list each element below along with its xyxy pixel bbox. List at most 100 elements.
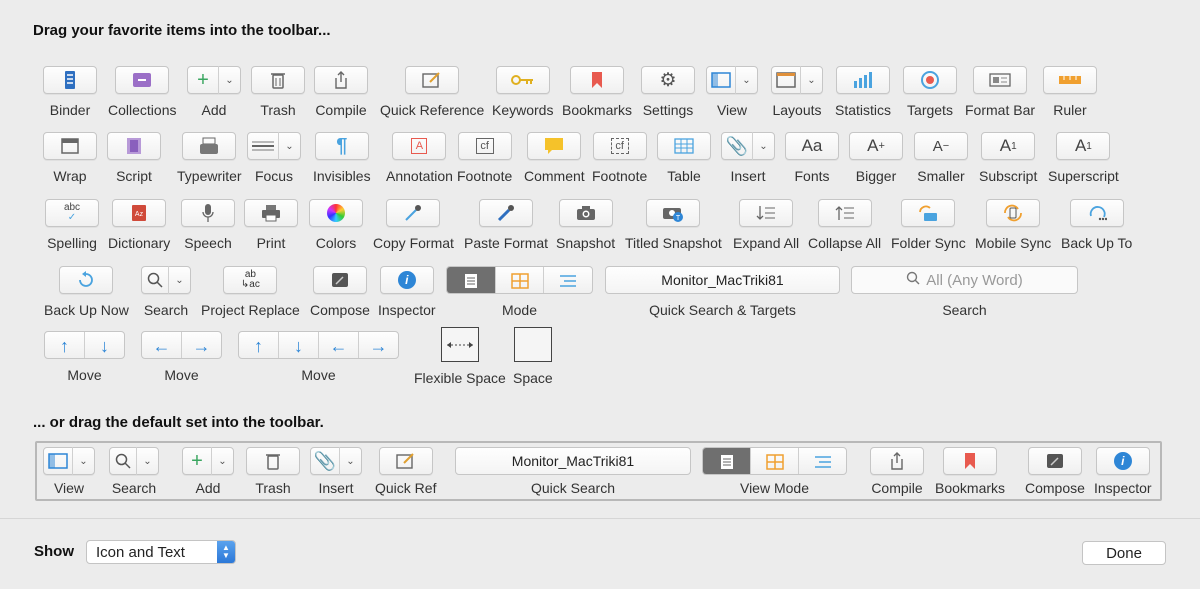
bookmarks-item[interactable]: Bookmarks (562, 66, 632, 119)
quick-search-field[interactable]: Monitor_MacTriki81 (605, 266, 840, 294)
titled-snapshot-item[interactable]: T Titled Snapshot (625, 199, 722, 252)
project-replace-item[interactable]: ab ↳ac Project Replace (201, 266, 300, 319)
corkboard-icon (765, 454, 784, 470)
move-up-button[interactable]: ↑ (45, 332, 84, 358)
collections-icon (132, 72, 152, 88)
collections-item[interactable]: Collections (108, 66, 176, 119)
colors-item[interactable]: Colors (309, 199, 363, 252)
back-up-to-item[interactable]: Back Up To (1061, 199, 1132, 252)
outline-mode-button[interactable] (543, 267, 592, 293)
paste-format-item[interactable]: Paste Format (464, 199, 548, 252)
fonts-item[interactable]: Aa Fonts (785, 132, 839, 185)
mobile-sync-item[interactable]: Mobile Sync (975, 199, 1051, 252)
speech-item[interactable]: Speech (181, 199, 235, 252)
footnote-item[interactable]: cf Footnote (457, 132, 512, 185)
add-item[interactable]: + ⌄ Add (187, 66, 241, 119)
default-quick-search-field[interactable]: Monitor_MacTriki81 (455, 447, 691, 475)
back-up-now-item[interactable]: Back Up Now (44, 266, 129, 319)
chevron-down-icon: ⌄ (136, 447, 158, 475)
text-smaller-icon: A − (932, 137, 950, 155)
move-down-button[interactable]: ↓ (278, 332, 318, 358)
search-field-item[interactable]: All (Any Word) Search (851, 266, 1078, 319)
default-trash-item[interactable]: Trash (246, 447, 300, 497)
compose-item[interactable]: Compose (310, 266, 370, 319)
default-add-item[interactable]: + ⌄ Add (182, 447, 234, 497)
subscript-item[interactable]: A 1 Subscript (979, 132, 1037, 185)
targets-item[interactable]: Targets (903, 66, 957, 119)
corkboard-mode-button[interactable] (494, 267, 544, 293)
move-up-down-item[interactable]: ↑ ↓ Move (44, 331, 125, 384)
default-compose-item[interactable]: Compose (1025, 447, 1085, 497)
trash-item[interactable]: Trash (251, 66, 305, 119)
print-item[interactable]: Print (244, 199, 298, 252)
done-button[interactable]: Done (1082, 541, 1166, 565)
editor-mode-button[interactable] (703, 448, 750, 474)
collapse-all-item[interactable]: Collapse All (808, 199, 881, 252)
corkboard-mode-button[interactable] (750, 448, 798, 474)
move-down-button[interactable]: ↓ (84, 332, 124, 358)
compile-item[interactable]: Compile (314, 66, 368, 119)
default-compile-item[interactable]: Compile (870, 447, 924, 497)
folder-sync-item[interactable]: Folder Sync (891, 199, 966, 252)
wrap-item[interactable]: Wrap (43, 132, 97, 185)
inline-footnote-item[interactable]: cf Footnote (592, 132, 647, 185)
move-up-button[interactable]: ↑ (239, 332, 278, 358)
default-search-item[interactable]: ⌄ Search (109, 447, 159, 497)
search-field[interactable]: All (Any Word) (851, 266, 1078, 294)
default-bookmarks-item[interactable]: Bookmarks (935, 447, 1005, 497)
default-inspector-item[interactable]: i Inspector (1094, 447, 1152, 497)
view-layout-icon (707, 72, 735, 88)
script-item[interactable]: Script (107, 132, 161, 185)
quick-reference-item[interactable]: Quick Reference (380, 66, 484, 119)
show-popup-button[interactable]: Icon and Text ▲ ▼ (86, 540, 236, 564)
flexible-space-item[interactable]: Flexible Space (414, 327, 506, 387)
copy-format-item[interactable]: Copy Format (373, 199, 454, 252)
default-view-mode-item[interactable]: View Mode (702, 447, 847, 497)
insert-item[interactable]: 📎 ⌄ Insert (721, 132, 775, 185)
view-item[interactable]: ⌄ View (706, 66, 758, 119)
inspector-item[interactable]: i Inspector (378, 266, 436, 319)
binder-item[interactable]: Binder (43, 66, 97, 119)
bigger-item[interactable]: A + Bigger (849, 132, 903, 185)
move-left-right-item[interactable]: ← → Move (141, 331, 222, 384)
focus-item[interactable]: ⌄ Focus (247, 132, 301, 185)
mode-item[interactable]: Mode (446, 266, 593, 319)
search-item[interactable]: ⌄ Search (141, 266, 191, 319)
default-quick-ref-item[interactable]: Quick Ref (375, 447, 436, 497)
settings-item[interactable]: ⚙ Settings (641, 66, 695, 119)
move-right-button[interactable]: → (181, 332, 221, 358)
move-left-button[interactable]: ← (142, 332, 181, 358)
default-insert-item[interactable]: 📎 ⌄ Insert (310, 447, 362, 497)
typewriter-item[interactable]: Typewriter (177, 132, 242, 185)
space-item[interactable]: Space (513, 327, 553, 387)
format-bar-item[interactable]: Format Bar (965, 66, 1035, 119)
annotation-item[interactable]: A Annotation (386, 132, 453, 185)
statistics-item[interactable]: Statistics (835, 66, 891, 119)
move-label: Move (164, 367, 199, 383)
dictionary-item[interactable]: Az Dictionary (108, 199, 170, 252)
quick-reference-label: Quick Reference (380, 102, 485, 118)
spelling-item[interactable]: abc ✓ Spelling (45, 199, 99, 252)
expand-all-item[interactable]: Expand All (733, 199, 799, 252)
comment-item[interactable]: Comment (524, 132, 585, 185)
keywords-item[interactable]: Keywords (492, 66, 553, 119)
default-quick-search-item[interactable]: Monitor_MacTriki81 Quick Search (455, 447, 691, 497)
smaller-item[interactable]: A − Smaller (914, 132, 968, 185)
move-right-button[interactable]: → (358, 332, 398, 358)
table-item[interactable]: Table (657, 132, 711, 185)
invisibles-item[interactable]: ¶ Invisibles (313, 132, 371, 185)
move-left-button[interactable]: ← (318, 332, 358, 358)
quick-search-targets-item[interactable]: Monitor_MacTriki81 Quick Search & Targets (605, 266, 840, 319)
edit-note-icon (422, 71, 442, 89)
outline-mode-button[interactable] (798, 448, 846, 474)
editor-mode-button[interactable] (447, 267, 495, 293)
trash-label: Trash (260, 102, 296, 118)
ruler-item[interactable]: Ruler (1043, 66, 1097, 119)
spelling-label: Spelling (47, 235, 97, 251)
superscript-item[interactable]: A 1 Superscript (1048, 132, 1119, 185)
move-all-item[interactable]: ↑ ↓ ← → Move (238, 331, 399, 384)
paperclip-icon: 📎 (725, 135, 749, 156)
layouts-item[interactable]: ⌄ Layouts (771, 66, 823, 119)
default-view-item[interactable]: ⌄ View (43, 447, 95, 497)
snapshot-item[interactable]: Snapshot (556, 199, 615, 252)
